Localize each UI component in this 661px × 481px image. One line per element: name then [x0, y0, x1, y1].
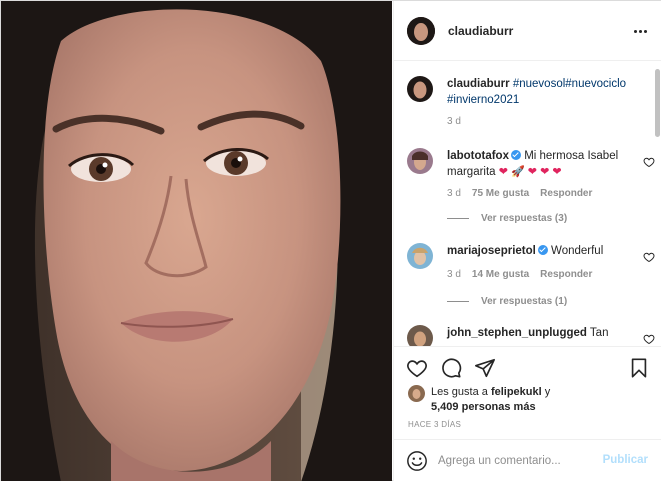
comment-message: Wonderful — [551, 245, 604, 257]
likes-prefix: Les gusta a — [431, 386, 488, 398]
likes-count[interactable]: 5,409 — [431, 401, 459, 413]
reply-button[interactable]: Responder — [540, 269, 592, 280]
author-avatar[interactable] — [407, 16, 435, 45]
publish-button[interactable]: Publicar — [603, 454, 648, 466]
comment-meta: 3 d 14 Me gusta Responder — [447, 269, 592, 280]
view-replies-label: Ver respuestas (1) — [481, 296, 568, 307]
comment-emojis: ❤ 🚀 ❤ ❤ ❤ — [498, 166, 562, 178]
emoji-icon[interactable] — [406, 450, 428, 472]
comments-list[interactable]: claudiaburr #nuevosol#nuevociclo #invier… — [394, 62, 661, 346]
liker-avatar-image — [408, 385, 425, 402]
caption-avatar[interactable] — [407, 76, 433, 102]
commenter-avatar[interactable] — [407, 243, 433, 269]
commenter-avatar[interactable] — [407, 148, 433, 174]
comment-username[interactable]: labototafox — [447, 150, 509, 162]
more-options-icon[interactable] — [632, 23, 648, 39]
like-comment-heart-icon[interactable] — [643, 251, 655, 263]
caption-username[interactable]: claudiaburr — [447, 78, 510, 90]
comment-likes[interactable]: 75 Me gusta — [472, 188, 529, 199]
likes-connector: y — [544, 386, 551, 398]
comments-scrollbar-thumb[interactable] — [655, 69, 660, 137]
replies-divider — [447, 301, 469, 302]
view-replies-button[interactable]: Ver respuestas (3) — [447, 213, 567, 224]
commenter-avatar-image — [407, 325, 433, 346]
like-comment-heart-icon[interactable] — [643, 333, 655, 345]
comment-text: mariajoseprietol Wonderful — [447, 243, 627, 259]
portrait-photo — [1, 1, 392, 481]
post-modal: claudiaburr claudiaburr #nuevosol#nuevoc… — [0, 0, 661, 481]
comment-text: labototafox Mi hermosa Isabel margarita … — [447, 148, 627, 180]
caption-text: claudiaburr #nuevosol#nuevociclo #invier… — [447, 76, 627, 108]
commenter-avatar-image — [407, 148, 433, 174]
likes-count-suffix[interactable]: personas más — [462, 401, 536, 413]
hashtag[interactable]: #nuevosol — [513, 78, 565, 90]
reply-button[interactable]: Responder — [540, 188, 592, 199]
heart-icon[interactable] — [406, 357, 428, 379]
hashtag[interactable]: #nuevociclo — [565, 78, 626, 90]
comment-username[interactable]: john_stephen_unplugged — [447, 327, 587, 339]
likes-text: Les gusta a felipekukl y 5,409 personas … — [431, 385, 591, 415]
likes-summary: Les gusta a felipekukl y 5,409 personas … — [408, 385, 591, 415]
commenter-avatar[interactable] — [407, 325, 433, 346]
comment-username[interactable]: mariajoseprietol — [447, 245, 536, 257]
comment-time[interactable]: 3 d — [447, 188, 461, 199]
view-replies-button[interactable]: Ver respuestas (1) — [447, 296, 567, 307]
liker-avatar[interactable] — [408, 385, 425, 402]
caption-avatar-image — [407, 76, 433, 102]
comment-text: john_stephen_unplugged Tan — [447, 325, 627, 341]
add-comment-bar: Publicar — [394, 439, 661, 481]
comment-input[interactable] — [438, 454, 588, 467]
post-header: claudiaburr — [394, 1, 661, 61]
view-replies-label: Ver respuestas (3) — [481, 213, 568, 224]
bookmark-icon[interactable] — [628, 357, 650, 379]
commenter-avatar-image — [407, 243, 433, 269]
post-side-panel: claudiaburr claudiaburr #nuevosol#nuevoc… — [393, 1, 661, 481]
action-icons-row — [406, 357, 496, 379]
comment-meta: 3 d 75 Me gusta Responder — [447, 188, 592, 199]
hashtag[interactable]: #invierno2021 — [447, 94, 519, 106]
liker-username[interactable]: felipekukl — [491, 386, 542, 398]
author-avatar-image — [407, 16, 435, 45]
comment-likes[interactable]: 14 Me gusta — [472, 269, 529, 280]
post-actions: Les gusta a felipekukl y 5,409 personas … — [394, 346, 661, 438]
author-username[interactable]: claudiaburr — [448, 24, 513, 38]
verified-badge-icon — [537, 245, 548, 255]
replies-divider — [447, 218, 469, 219]
comment-time[interactable]: 3 d — [447, 269, 461, 280]
like-comment-heart-icon[interactable] — [643, 156, 655, 168]
caption-meta: 3 d — [447, 116, 461, 127]
comment-icon[interactable] — [440, 357, 462, 379]
verified-badge-icon — [510, 150, 521, 160]
share-icon[interactable] — [474, 357, 496, 379]
comment-message: Tan — [589, 327, 609, 339]
post-photo[interactable] — [1, 1, 392, 481]
caption-time[interactable]: 3 d — [447, 116, 461, 127]
post-timestamp[interactable]: HACE 3 DÍAS — [408, 420, 461, 429]
